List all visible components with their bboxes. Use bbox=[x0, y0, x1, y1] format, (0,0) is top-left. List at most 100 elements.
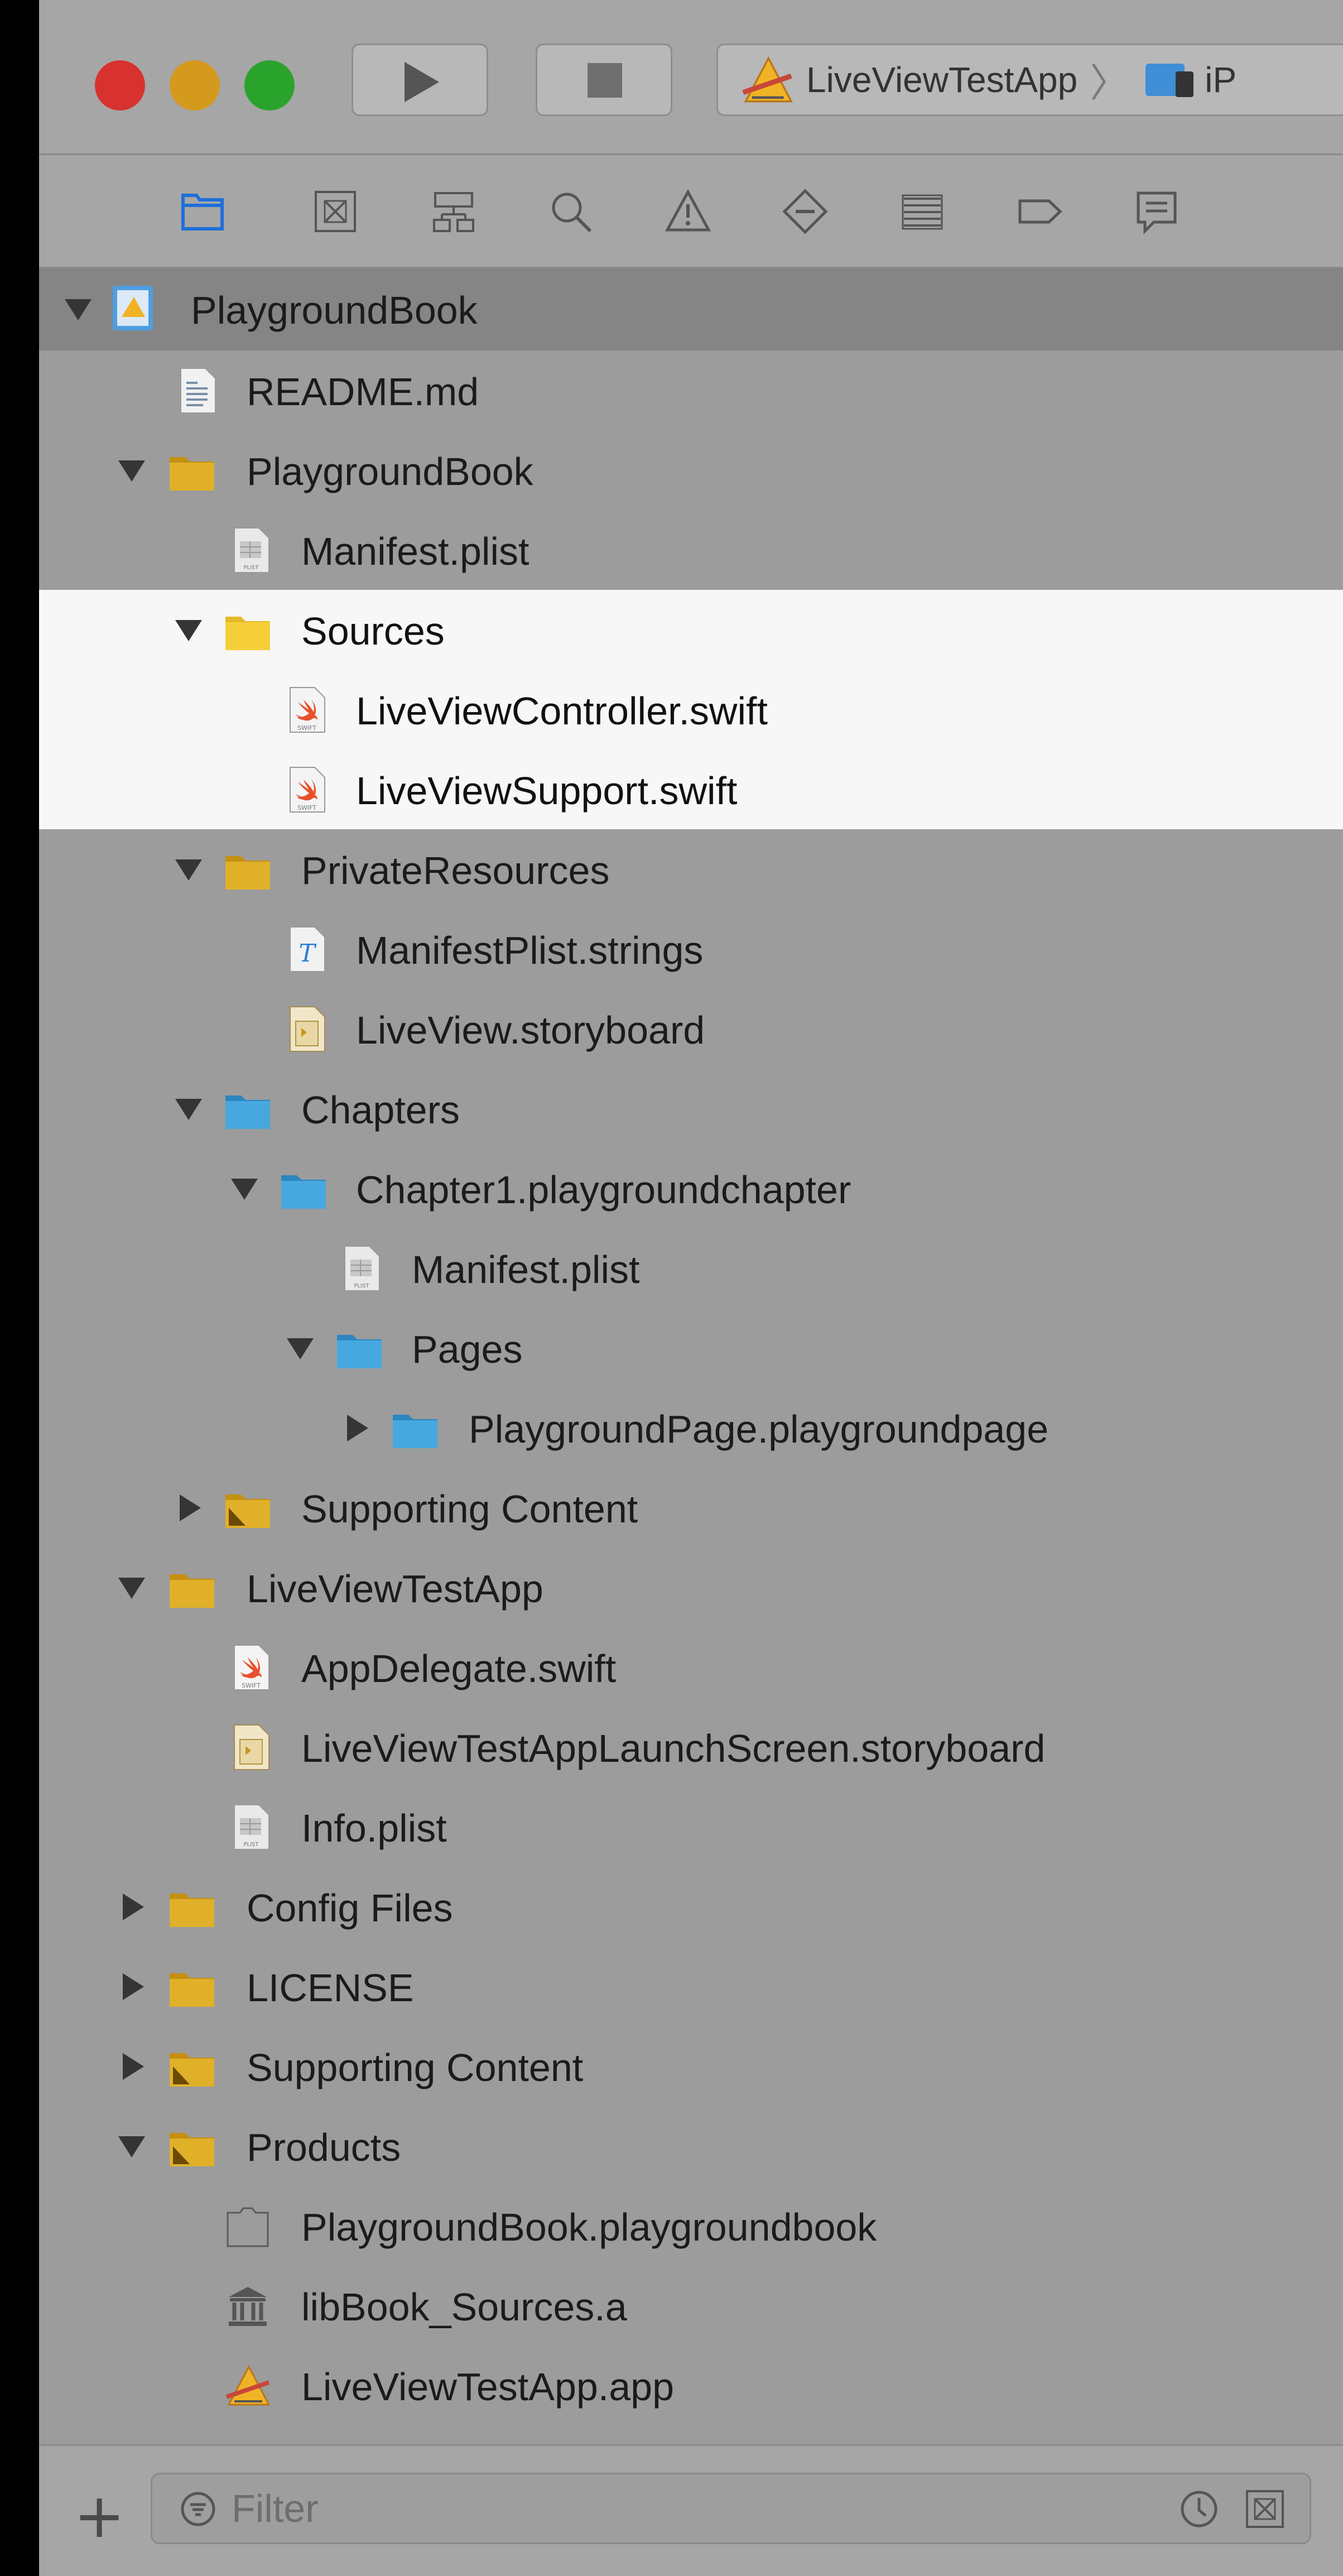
tree-item-label: Config Files bbox=[247, 1886, 453, 1930]
disclosure-expanded-icon[interactable] bbox=[175, 859, 202, 881]
tree-item-label: LiveViewTestApp bbox=[247, 1567, 543, 1611]
group-folder-icon bbox=[223, 1483, 272, 1532]
scheme-name: LiveViewTestApp bbox=[806, 60, 1078, 100]
play-icon bbox=[405, 62, 439, 102]
tree-row-playgroundbook-folder[interactable]: PlaygroundBook bbox=[39, 430, 1343, 510]
tree-row-playgroundpage[interactable]: PlaygroundPage.playgroundpage bbox=[39, 1388, 1343, 1468]
recent-files-icon[interactable] bbox=[1179, 2489, 1219, 2529]
tree-row-sources[interactable]: Sources bbox=[39, 590, 1343, 670]
source-control-icon[interactable] bbox=[311, 188, 359, 236]
tree-row-chapter1-manifest[interactable]: Manifest.plist bbox=[39, 1228, 1343, 1308]
debug-navigator-icon[interactable] bbox=[898, 188, 946, 236]
navigator-selector-bar bbox=[39, 155, 1343, 268]
swift-file-icon bbox=[227, 1643, 276, 1692]
tree-row-pages[interactable]: Pages bbox=[39, 1308, 1343, 1388]
tree-item-label: LiveViewSupport.swift bbox=[356, 769, 738, 813]
tree-row-manifest-plist[interactable]: Manifest.plist bbox=[39, 510, 1343, 590]
tree-item-label: ManifestPlist.strings bbox=[356, 929, 704, 972]
filter-bar: + bbox=[39, 2444, 1343, 2576]
tree-row-playgroundbook-project[interactable]: PlaygroundBook bbox=[39, 268, 1343, 350]
playground-project-icon bbox=[108, 283, 157, 333]
disclosure-collapsed-icon[interactable] bbox=[123, 2053, 144, 2080]
tree-item-label: Sources bbox=[301, 609, 445, 653]
stop-button[interactable] bbox=[536, 44, 672, 116]
tree-row-liveviewcontroller[interactable]: LiveViewController.swift bbox=[39, 670, 1343, 749]
breakpoint-icon[interactable] bbox=[1015, 188, 1063, 236]
issue-navigator-icon[interactable] bbox=[664, 188, 712, 236]
disclosure-expanded-icon[interactable] bbox=[231, 1179, 258, 1200]
filter-input[interactable] bbox=[230, 2482, 1070, 2535]
tree-row-info-plist[interactable]: Info.plist bbox=[39, 1787, 1343, 1867]
disclosure-expanded-icon[interactable] bbox=[175, 620, 202, 641]
report-icon[interactable] bbox=[1133, 188, 1181, 236]
disclosure-expanded-icon[interactable] bbox=[175, 1099, 202, 1120]
project-navigator-icon[interactable] bbox=[179, 188, 227, 236]
disclosure-expanded-icon[interactable] bbox=[118, 460, 145, 482]
folder-icon bbox=[167, 1882, 216, 1931]
folder-icon bbox=[167, 1962, 216, 2011]
add-icon[interactable]: + bbox=[74, 2485, 125, 2546]
tree-row-pb-supporting-content[interactable]: Supporting Content bbox=[39, 1468, 1343, 1547]
scheme-selector[interactable]: LiveViewTestApp 〉 iP bbox=[716, 44, 1343, 116]
tree-item-label: Manifest.plist bbox=[301, 530, 530, 573]
close-button[interactable] bbox=[95, 60, 145, 110]
tree-row-liveviewtestapp-app[interactable]: LiveViewTestApp.app bbox=[39, 2346, 1343, 2425]
library-icon bbox=[223, 2281, 272, 2330]
tree-row-readme[interactable]: README.md bbox=[39, 350, 1343, 430]
group-folder-icon bbox=[167, 2042, 216, 2091]
tree-row-manifestplist-strings[interactable]: ManifestPlist.strings bbox=[39, 909, 1343, 989]
filter-field[interactable] bbox=[151, 2473, 1311, 2544]
tree-row-liveviewsupport[interactable]: LiveViewSupport.swift bbox=[39, 749, 1343, 829]
xcode-window: LiveViewTestApp 〉 iP PlaygroundBook READ… bbox=[39, 0, 1343, 2576]
tree-row-launchscreen[interactable]: LiveViewTestAppLaunchScreen.storyboard bbox=[39, 1707, 1343, 1787]
tree-row-config-files[interactable]: Config Files bbox=[39, 1867, 1343, 1947]
disclosure-expanded-icon[interactable] bbox=[287, 1338, 314, 1359]
tree-row-supporting-content[interactable]: Supporting Content bbox=[39, 2026, 1343, 2106]
stop-icon bbox=[588, 63, 622, 98]
tree-row-privateresources[interactable]: PrivateResources bbox=[39, 829, 1343, 909]
tree-item-label: Supporting Content bbox=[247, 2046, 584, 2089]
tree-row-liveviewtestapp[interactable]: LiveViewTestApp bbox=[39, 1547, 1343, 1627]
tree-row-appdelegate[interactable]: AppDelegate.swift bbox=[39, 1627, 1343, 1707]
tree-row-license[interactable]: LICENSE bbox=[39, 1947, 1343, 2026]
disclosure-expanded-icon[interactable] bbox=[118, 2136, 145, 2157]
tree-row-playgroundbook-product[interactable]: PlaygroundBook.playgroundbook bbox=[39, 2186, 1343, 2266]
source-control-filter-icon[interactable] bbox=[1245, 2489, 1285, 2529]
bundle-icon bbox=[223, 2202, 272, 2251]
test-navigator-icon[interactable] bbox=[781, 188, 829, 236]
disclosure-collapsed-icon[interactable] bbox=[123, 1973, 144, 2000]
tree-row-products[interactable]: Products bbox=[39, 2106, 1343, 2186]
plist-file-icon bbox=[227, 526, 276, 575]
folder-blue-icon bbox=[223, 1084, 272, 1133]
tree-item-label: LiveViewTestAppLaunchScreen.storyboard bbox=[301, 1727, 1046, 1770]
tree-row-chapters[interactable]: Chapters bbox=[39, 1069, 1343, 1148]
storyboard-file-icon bbox=[227, 1723, 276, 1772]
disclosure-collapsed-icon[interactable] bbox=[347, 1415, 368, 1441]
tree-item-label: LiveViewController.swift bbox=[356, 689, 768, 733]
app-icon bbox=[739, 52, 795, 108]
device-name: iP bbox=[1205, 60, 1237, 100]
tree-item-label: LiveView.storyboard bbox=[356, 1008, 705, 1052]
strings-file-icon bbox=[282, 925, 331, 974]
disclosure-expanded-icon[interactable] bbox=[65, 299, 92, 320]
disclosure-collapsed-icon[interactable] bbox=[123, 1893, 144, 1920]
tree-row-liveview-storyboard[interactable]: LiveView.storyboard bbox=[39, 989, 1343, 1069]
run-button[interactable] bbox=[352, 44, 488, 116]
find-icon[interactable] bbox=[547, 188, 595, 236]
tree-item-label: Chapter1.playgroundchapter bbox=[356, 1168, 851, 1212]
tree-item-label: PlaygroundBook bbox=[247, 450, 533, 493]
symbol-navigator-icon[interactable] bbox=[430, 188, 478, 236]
minimize-button[interactable] bbox=[170, 60, 220, 110]
disclosure-collapsed-icon[interactable] bbox=[180, 1494, 201, 1521]
zoom-button[interactable] bbox=[244, 60, 295, 110]
storyboard-file-icon bbox=[282, 1005, 331, 1054]
plist-file-icon bbox=[337, 1244, 386, 1293]
disclosure-expanded-icon[interactable] bbox=[118, 1578, 145, 1599]
toolbar: LiveViewTestApp 〉 iP bbox=[39, 0, 1343, 155]
tree-row-libbook-sources[interactable]: libBook_Sources.a bbox=[39, 2266, 1343, 2346]
folder-blue-icon bbox=[335, 1324, 384, 1373]
breadcrumb-separator: 〉 bbox=[1090, 61, 1129, 105]
tree-row-chapter1[interactable]: Chapter1.playgroundchapter bbox=[39, 1148, 1343, 1228]
tree-item-label: PlaygroundBook bbox=[191, 289, 478, 332]
folder-blue-icon bbox=[391, 1404, 440, 1453]
